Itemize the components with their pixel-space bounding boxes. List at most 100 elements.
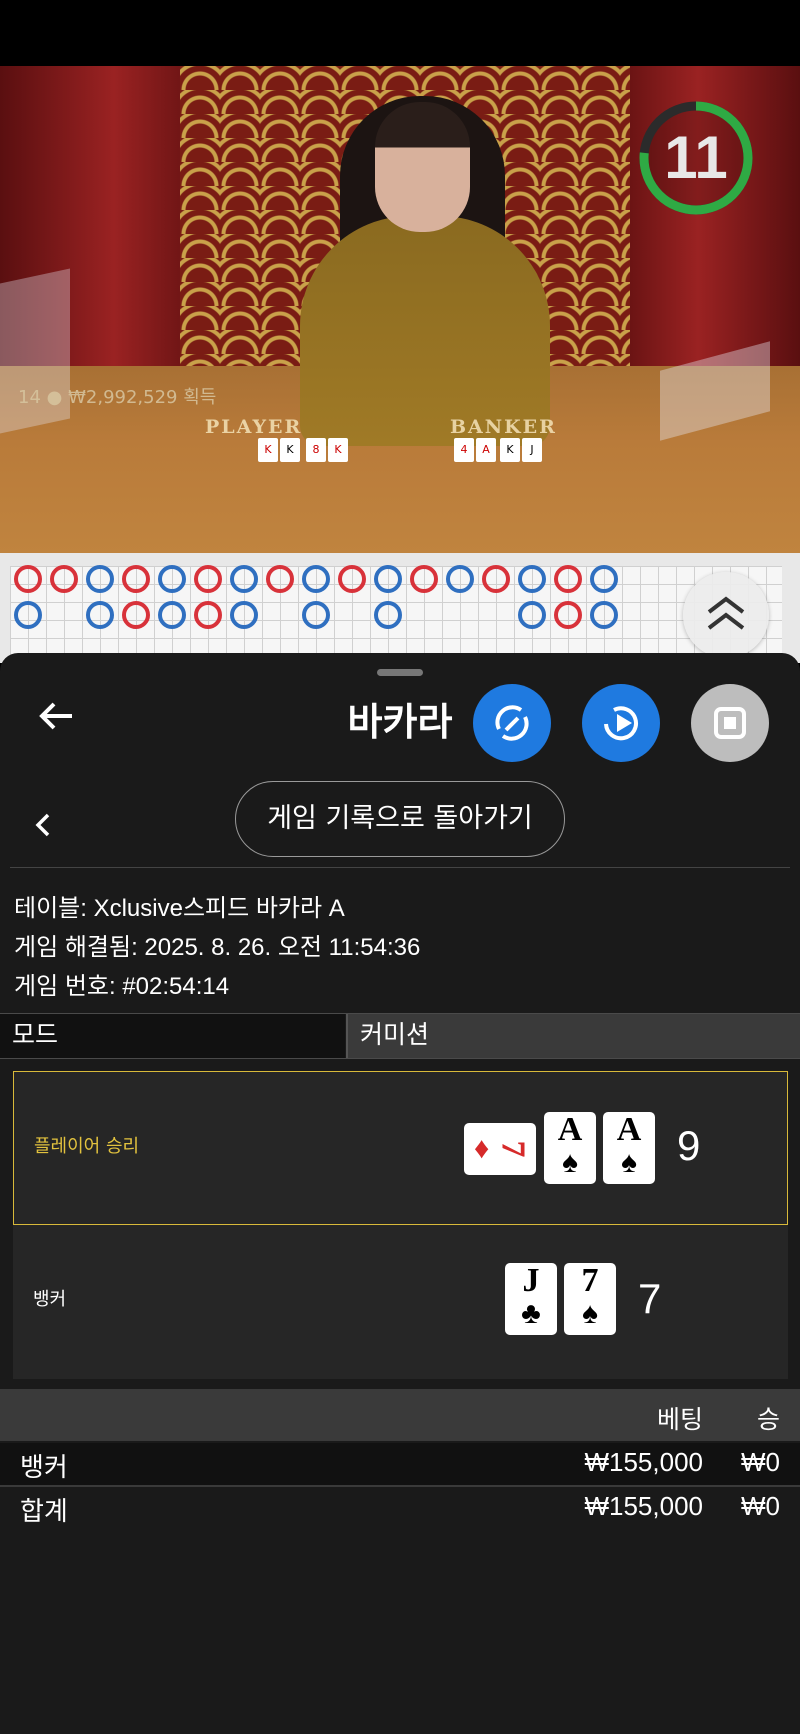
countdown-number: 11 [664,124,728,191]
live-video-stream[interactable]: PLAYER BANKER K K 8 K 4 A K J 14 ● ₩2,99… [0,66,800,553]
banker-card-1: J ♣ [505,1262,557,1335]
table-card: 8 [306,438,326,462]
bead-road-mark [14,565,42,593]
winners-info: 14 ● ₩2,992,529 획득 [18,383,216,409]
bead-road-mark [518,565,546,593]
header-bet: 베팅 [656,1405,703,1434]
bets-table-header: 베팅 승 [0,1389,800,1441]
table-row: 뱅커 ₩155,000 ₩0 [0,1443,800,1485]
table-card: K [328,438,348,462]
bead-road-mark [266,565,294,593]
bead-road-mark [86,601,114,629]
dealer-face [375,102,470,232]
bead-road-mark [410,565,438,593]
banker-felt-label: BANKER [450,416,557,438]
page-title: 바카라 [347,700,453,744]
bead-road-mark [554,565,582,593]
table-card: K [280,438,300,462]
tab-mode[interactable]: 모드 [0,1014,345,1058]
card-rank: A [557,1111,583,1148]
chevron-left-icon [35,813,50,837]
banker-result-row: 뱅커 J ♣ 7 ♠ 7 [13,1225,788,1379]
table-row: 합계 ₩155,000 ₩0 [0,1487,800,1529]
total-label: 합계 [20,1496,68,1526]
arrow-left-icon [39,702,72,730]
bead-road-mark [14,601,42,629]
winners-count: 14 [18,387,41,408]
bet-name: 뱅커 [20,1452,68,1482]
table-card: K [258,438,278,462]
card-suit: ♠ [562,1146,578,1179]
card-suit: ♠ [582,1297,598,1330]
bead-road-mark [302,601,330,629]
winners-suffix: 획득 [183,387,217,408]
player-card-1: ♦ 7 [464,1123,536,1175]
game-history-sheet: 바카라 게임 기록으로 돌아가기 테이블: Xclusive스피드 바카라 A … [0,653,800,1734]
total-win: ₩0 [741,1491,780,1521]
bead-road-mark [374,565,402,593]
card-suit: ♣ [521,1297,541,1330]
bead-road-mark [230,565,258,593]
bead-road-mark [338,565,366,593]
bead-road-mark [518,601,546,629]
double-chevron-up-icon [707,596,745,630]
player-card-3: A ♠ [603,1111,655,1184]
winners-amount: ₩2,992,529 [68,387,178,408]
card-rank: J [522,1262,540,1299]
previous-button[interactable] [28,805,58,845]
bead-road-mark [482,565,510,593]
bead-road-mark [374,601,402,629]
card-rank: A [616,1111,642,1148]
bead-road-mark [194,601,222,629]
stop-icon [714,707,746,739]
status-bar [0,0,800,66]
banker-score: 7 [638,1275,662,1322]
card-rank: 7 [494,1140,532,1158]
bead-road-mark [554,601,582,629]
game-number: 게임 번호: #02:54:14 [14,973,230,1000]
dealer [300,216,550,446]
bead-road-mark [302,565,330,593]
bead-road[interactable] [0,553,800,666]
back-button[interactable] [34,693,80,739]
header-win: 승 [756,1405,780,1434]
player-score: 9 [677,1122,701,1169]
refresh-swap-icon [495,705,529,741]
player-result-label: 플레이어 승리 [34,1136,140,1157]
stop-button[interactable] [691,684,769,762]
win-amount: ₩0 [741,1447,780,1477]
table-card: K [500,438,520,462]
card-suit: ♠ [621,1146,637,1179]
tab-commission[interactable]: 커미션 [346,1014,800,1058]
bet-amount: ₩155,000 [584,1447,703,1477]
bead-road-mark [122,601,150,629]
player-felt-label: PLAYER [205,416,303,438]
bead-road-mark [446,565,474,593]
bead-road-mark [158,565,186,593]
bead-road-mark [194,565,222,593]
card-suit: ♦ [474,1132,490,1165]
resolved-time: 게임 해결됨: 2025. 8. 26. 오전 11:54:36 [14,934,421,961]
back-to-history-button[interactable]: 게임 기록으로 돌아가기 [235,781,565,857]
person-icon: ● [46,387,63,408]
bead-road-mark [122,565,150,593]
divider [10,867,790,868]
replay-video-icon [604,706,638,741]
bead-road-mark [230,601,258,629]
banker-result-label: 뱅커 [33,1289,67,1310]
player-result-row: 플레이어 승리 ♦ 7 A ♠ A ♠ 9 [13,1071,788,1225]
collapse-button[interactable] [683,572,769,658]
bead-road-mark [86,565,114,593]
sheet-drag-handle[interactable] [377,669,423,676]
bead-road-mark [50,565,78,593]
bead-road-mark [590,601,618,629]
player-card-2: A ♠ [544,1111,596,1184]
table-card: A [476,438,496,462]
card-rank: 7 [581,1262,599,1299]
banker-card-2: 7 ♠ [564,1262,616,1335]
swap-view-button[interactable] [473,684,551,762]
table-card: J [522,438,542,462]
total-bet: ₩155,000 [584,1491,703,1521]
replay-button[interactable] [582,684,660,762]
bead-road-mark [158,601,186,629]
